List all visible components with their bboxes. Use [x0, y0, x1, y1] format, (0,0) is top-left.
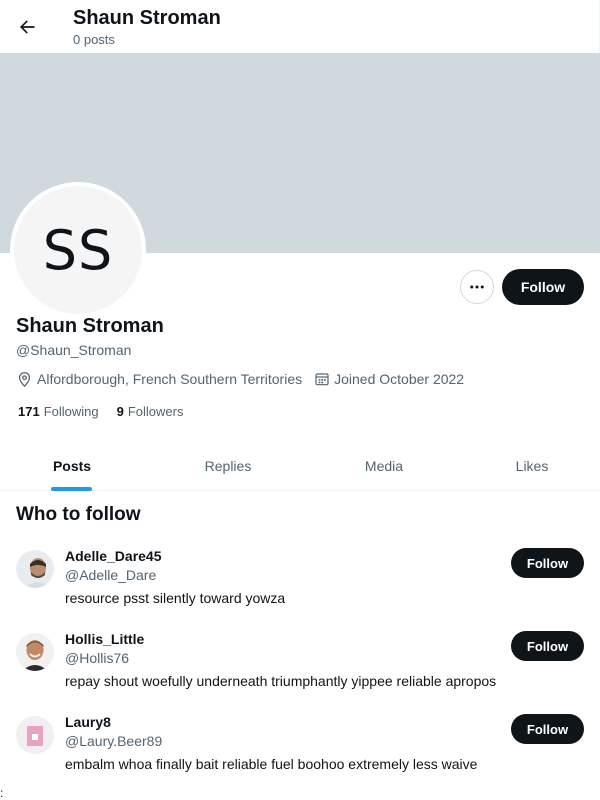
- suggestion-item[interactable]: Laury8 @Laury.Beer89 embalm whoa finally…: [0, 708, 600, 791]
- location-icon: [18, 371, 31, 387]
- stray-text: :: [0, 786, 4, 800]
- tab-media[interactable]: Media: [350, 440, 418, 491]
- suggestion-name[interactable]: Laury8: [65, 714, 111, 730]
- abstract-avatar-icon: [16, 716, 54, 754]
- header-post-count: 0 posts: [73, 32, 115, 47]
- profile-name: Shaun Stroman: [16, 315, 164, 337]
- suggestion-bio: repay shout woefully underneath triumpha…: [65, 673, 497, 689]
- profile-stats: 171 Following 9 Followers: [18, 404, 183, 419]
- profile-handle: @Shaun_Stroman: [16, 342, 132, 358]
- tab-replies[interactable]: Replies: [192, 440, 264, 491]
- header-title: Shaun Stroman: [73, 7, 221, 29]
- suggestion-avatar[interactable]: [16, 633, 54, 671]
- more-options-button[interactable]: [460, 270, 494, 304]
- suggestion-avatar[interactable]: [16, 550, 54, 588]
- following-count: 171: [18, 404, 40, 419]
- followers-count: 9: [116, 404, 124, 419]
- followers-link[interactable]: 9 Followers: [117, 404, 184, 419]
- who-to-follow-title: Who to follow: [16, 504, 141, 525]
- more-icon: [470, 285, 484, 289]
- following-label: Following: [43, 404, 99, 419]
- location-text: Alfordborough, French Southern Territori…: [37, 371, 303, 387]
- profile-joined: Joined October 2022: [314, 371, 464, 387]
- following-link[interactable]: 171 Following: [18, 404, 99, 419]
- person-photo-icon: [16, 633, 54, 671]
- joined-text: Joined October 2022: [334, 371, 465, 387]
- suggestion-handle: @Hollis76: [65, 650, 130, 666]
- suggestion-follow-button[interactable]: Follow: [511, 548, 584, 578]
- profile-tabs: Posts Replies Media Likes: [0, 440, 600, 491]
- suggestion-item[interactable]: Hollis_Little @Hollis76 repay shout woef…: [0, 625, 600, 708]
- back-button[interactable]: [10, 10, 44, 44]
- calendar-icon: [315, 373, 329, 386]
- suggestion-name[interactable]: Adelle_Dare45: [65, 548, 162, 564]
- suggestion-handle: @Adelle_Dare: [65, 567, 157, 583]
- avatar-initials: SS: [42, 218, 114, 282]
- suggestion-avatar[interactable]: [16, 716, 54, 754]
- suggestion-handle: @Laury.Beer89: [65, 733, 163, 749]
- suggestion-name[interactable]: Hollis_Little: [65, 631, 144, 647]
- profile-meta: Alfordborough, French Southern Territori…: [16, 370, 464, 388]
- suggestion-follow-button[interactable]: Follow: [511, 631, 584, 661]
- arrow-left-icon: [20, 20, 35, 34]
- suggestion-bio: resource psst silently toward yowza: [65, 590, 286, 606]
- followers-label: Followers: [127, 404, 184, 419]
- tab-posts[interactable]: Posts: [42, 440, 102, 491]
- profile-avatar[interactable]: SS: [10, 182, 146, 318]
- top-bar: Shaun Stroman 0 posts: [0, 0, 600, 53]
- profile-location: Alfordborough, French Southern Territori…: [16, 371, 302, 388]
- suggestion-follow-button[interactable]: Follow: [511, 714, 584, 744]
- active-tab-indicator: [51, 487, 92, 491]
- follow-button[interactable]: Follow: [502, 269, 584, 305]
- suggestion-item[interactable]: Adelle_Dare45 @Adelle_Dare resource psst…: [0, 542, 600, 625]
- tab-likes[interactable]: Likes: [505, 440, 559, 491]
- suggestion-bio: embalm whoa finally bait reliable fuel b…: [65, 756, 478, 772]
- person-photo-icon: [16, 550, 54, 588]
